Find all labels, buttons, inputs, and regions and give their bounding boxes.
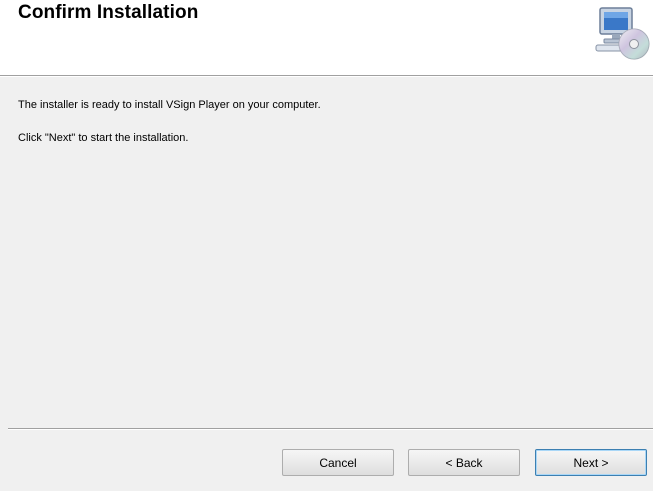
header-banner: Confirm Installation [0, 0, 653, 75]
ready-message: The installer is ready to install VSign … [18, 99, 321, 111]
page-title: Confirm Installation [18, 2, 199, 23]
next-button[interactable]: Next > [535, 449, 647, 476]
computer-cd-icon [595, 7, 650, 60]
footer-divider [8, 428, 653, 430]
back-button[interactable]: < Back [408, 449, 520, 476]
content-panel: The installer is ready to install VSign … [0, 77, 653, 428]
instruction-message: Click "Next" to start the installation. [18, 132, 189, 144]
cancel-button[interactable]: Cancel [282, 449, 394, 476]
